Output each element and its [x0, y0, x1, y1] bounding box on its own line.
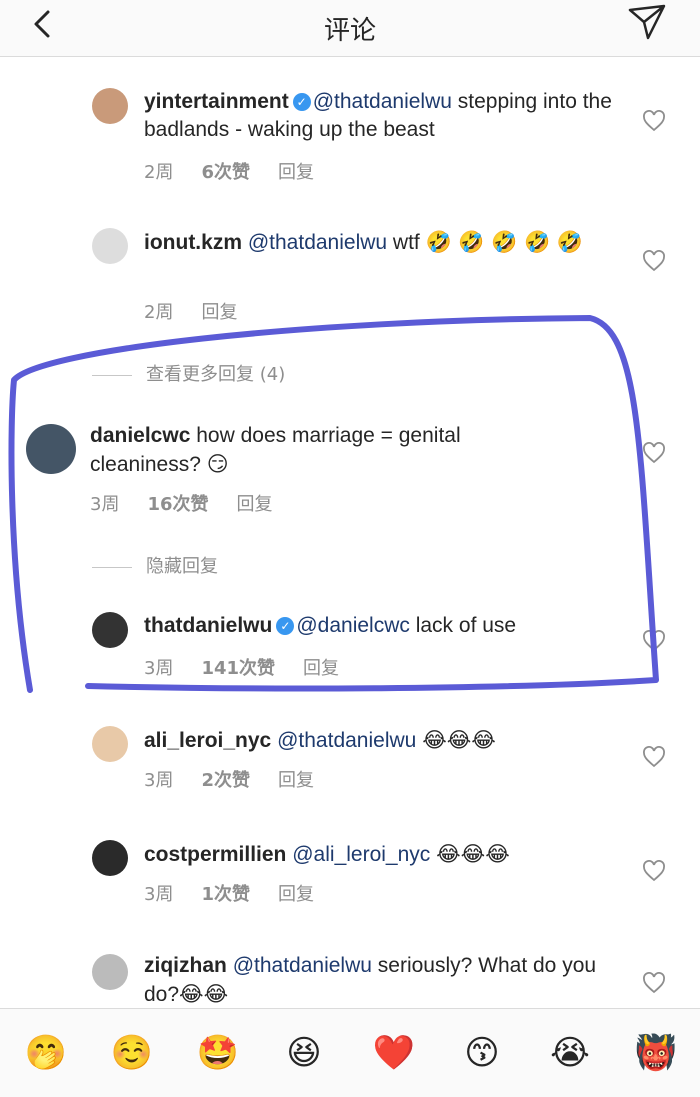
avatar[interactable] — [92, 954, 128, 990]
comment-username[interactable]: ziqizhan — [144, 954, 227, 977]
comment-username[interactable]: ionut.kzm — [144, 231, 242, 254]
emoji-button[interactable]: 😆 — [282, 1031, 326, 1075]
mention-link[interactable]: @danielcwc — [296, 614, 410, 637]
like-count[interactable]: 141次赞 — [201, 658, 275, 679]
emoji-button[interactable]: 🤩 — [196, 1031, 240, 1075]
divider — [92, 374, 132, 376]
verified-badge-icon: ✓ — [292, 93, 311, 111]
comment-time: 2周 — [144, 302, 174, 323]
hand-drawn-highlight — [8, 315, 659, 693]
comment-time: 3周 — [144, 884, 174, 905]
mention-link[interactable]: @thatdanielwu — [233, 954, 372, 977]
avatar[interactable] — [92, 840, 128, 876]
emoji-button[interactable]: 😭 — [548, 1031, 592, 1075]
page-title: 评论 — [323, 16, 376, 46]
reply-link[interactable]: 回复 — [237, 494, 273, 515]
emoji-reaction-bar: 🤭 ☺️ 🤩 😆 ❤️ 😙 😭 👹 — [0, 1008, 700, 1097]
comment-username[interactable]: thatdanielwu — [144, 614, 272, 637]
divider — [92, 566, 132, 568]
avatar[interactable] — [92, 726, 128, 762]
comment-username[interactable]: yintertainment — [144, 90, 289, 113]
emoji-button[interactable]: 👹 — [634, 1031, 678, 1075]
mention-link[interactable]: @ali_leroi_nyc — [292, 843, 430, 866]
header-bar: 评论 — [0, 0, 700, 57]
reply-link[interactable]: 回复 — [303, 658, 339, 679]
comment-meta: 3周 1次赞 回复 — [144, 880, 342, 906]
verified-badge-icon: ✓ — [276, 617, 295, 635]
comment-text: costpermillien @ali_leroi_nyc 😂😂😂 — [144, 842, 510, 866]
comment-username[interactable]: costpermillien — [144, 843, 286, 866]
comment-time: 2周 — [144, 162, 174, 183]
comment-text: yintertainment ✓ @thatdanielwu stepping in… — [144, 90, 612, 141]
mention-link[interactable]: @thatdanielwu — [248, 231, 387, 254]
like-count[interactable]: 1次赞 — [201, 884, 250, 905]
emoji-button[interactable]: 😙 — [460, 1031, 504, 1075]
like-count[interactable]: 2次赞 — [201, 770, 250, 791]
heart-icon[interactable] — [642, 110, 666, 132]
mention-link[interactable]: @thatdanielwu — [277, 729, 416, 752]
comment-time: 3周 — [144, 658, 174, 679]
emoji-button[interactable]: ☺️ — [110, 1031, 154, 1075]
view-more-replies[interactable]: 查看更多回复 (4) — [92, 360, 285, 386]
reply-link[interactable]: 回复 — [201, 302, 237, 323]
comment-text: ali_leroi_nyc @thatdanielwu 😂😂😂 — [144, 728, 496, 752]
share-button[interactable] — [626, 2, 670, 46]
heart-icon[interactable] — [642, 972, 666, 994]
avatar[interactable] — [92, 228, 128, 264]
emoji-button[interactable]: ❤️ — [372, 1031, 416, 1075]
reply-link[interactable]: 回复 — [278, 162, 314, 183]
comment-time: 3周 — [144, 770, 174, 791]
comment-username[interactable]: ali_leroi_nyc — [144, 729, 271, 752]
avatar[interactable] — [92, 88, 128, 124]
heart-icon[interactable] — [642, 860, 666, 882]
comment-text: ionut.kzm @thatdanielwu wtf 🤣 🤣 🤣 🤣 🤣 — [144, 230, 584, 254]
emoji-button[interactable]: 🤭 — [24, 1031, 68, 1075]
avatar[interactable] — [92, 612, 128, 648]
hide-replies[interactable]: 隐藏回复 — [92, 552, 218, 578]
heart-icon[interactable] — [642, 442, 666, 464]
avatar[interactable] — [26, 424, 76, 474]
comment-meta: 2周 6次赞 回复 — [144, 158, 342, 184]
reply-link[interactable]: 回复 — [278, 770, 314, 791]
comment-text: ziqizhan @thatdanielwu seriously? What d… — [144, 954, 597, 1006]
comment-meta: 3周 2次赞 回复 — [144, 766, 342, 792]
comment-text: thatdanielwu ✓ @danielcwc lack of use — [144, 614, 517, 637]
reply-link[interactable]: 回复 — [278, 884, 314, 905]
heart-icon[interactable] — [642, 746, 666, 768]
comment-meta: 2周 回复 — [144, 298, 265, 324]
heart-icon[interactable] — [642, 250, 666, 272]
send-icon — [628, 4, 666, 40]
like-count[interactable]: 6次赞 — [201, 162, 250, 183]
comment-time: 3周 — [90, 494, 120, 515]
heart-icon[interactable] — [642, 630, 666, 652]
comment-meta: 3周 16次赞 回复 — [90, 490, 301, 516]
comment-meta: 3周 141次赞 回复 — [144, 654, 367, 680]
comment-text: danielcwc how does marriage = genital cl… — [90, 424, 461, 476]
mention-link[interactable]: @thatdanielwu — [313, 90, 452, 113]
like-count[interactable]: 16次赞 — [147, 494, 208, 515]
comment-username[interactable]: danielcwc — [90, 424, 190, 447]
